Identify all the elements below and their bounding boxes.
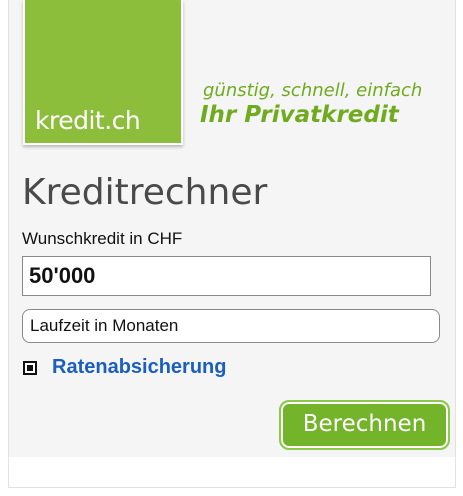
bottom-strip [9, 457, 455, 487]
duration-input[interactable] [22, 309, 440, 343]
kredit-ch-logo[interactable]: kredit.ch [23, 0, 183, 145]
amount-input[interactable] [22, 256, 431, 296]
calculate-button[interactable]: Berechnen [279, 400, 450, 450]
slogan: günstig, schnell, einfach [203, 80, 423, 101]
tagline: Ihr Privatkredit [200, 102, 399, 128]
checkbox-checked-mark [27, 365, 33, 371]
amount-label: Wunschkredit in CHF [22, 229, 183, 248]
calculator-title: Kreditrechner [22, 172, 268, 213]
insurance-checkbox[interactable] [23, 361, 37, 375]
logo-text: kredit.ch [35, 106, 141, 135]
insurance-link[interactable]: Ratenabsicherung [52, 356, 226, 379]
